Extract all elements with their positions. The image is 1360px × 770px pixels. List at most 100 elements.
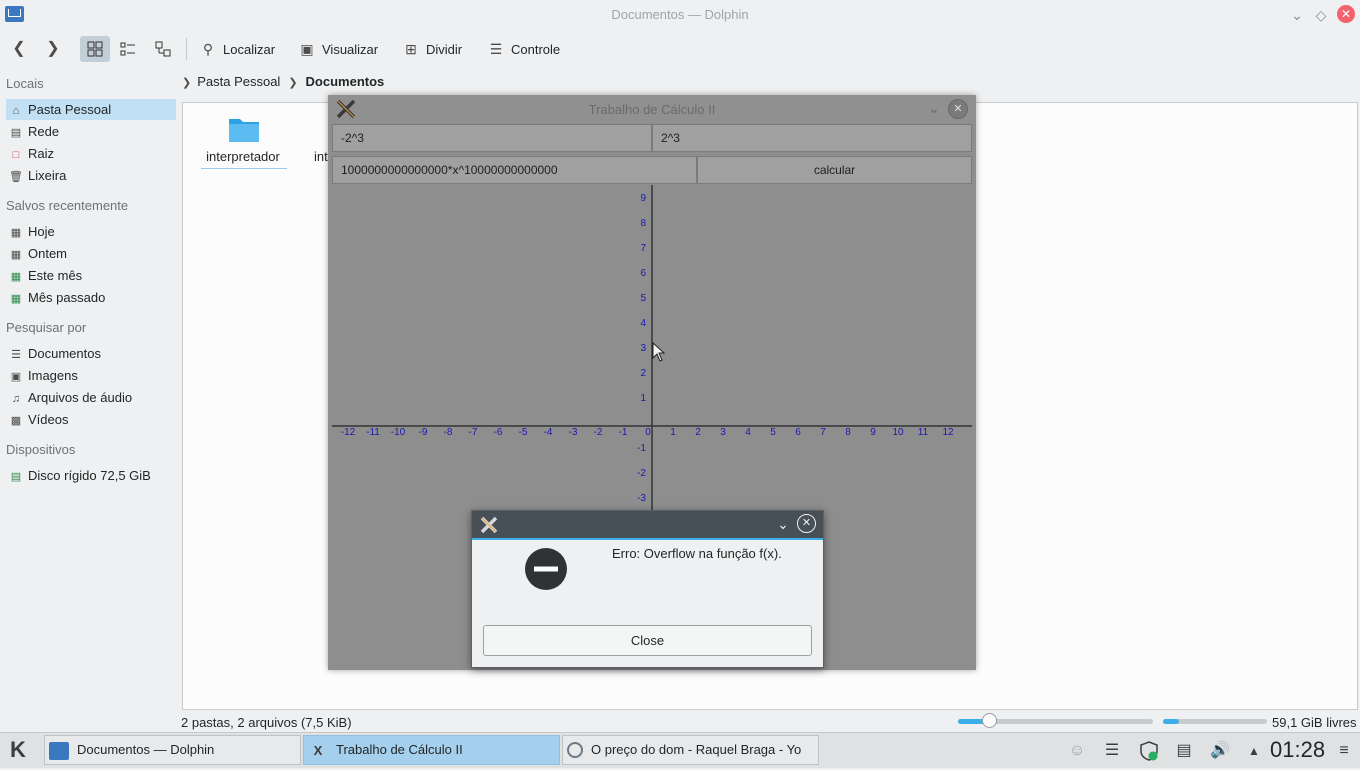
folder-name: interpretador xyxy=(206,149,280,164)
sidebar-item-documentos[interactable]: ☰ Documentos xyxy=(6,343,176,364)
folder-icon xyxy=(229,119,259,142)
x-tick-label: 2 xyxy=(695,427,701,438)
network-icon: ▤ xyxy=(10,127,22,139)
task-calculo[interactable]: X Trabalho de Cálculo II xyxy=(303,735,560,765)
dialog-focus-line xyxy=(472,538,823,540)
clock[interactable]: 01:28 xyxy=(1270,736,1325,764)
calendar-icon: ▦ xyxy=(10,249,22,261)
localizar-label: Localizar xyxy=(223,42,276,57)
visualizar-label: Visualizar xyxy=(322,42,379,57)
dividir-label: Dividir xyxy=(426,42,463,57)
maximize-button[interactable]: ◇ xyxy=(1312,6,1330,24)
x-tick-label: -9 xyxy=(419,427,428,438)
details-view-button[interactable] xyxy=(150,36,176,62)
sidebar-item-lixeira[interactable]: 🗑 Lixeira xyxy=(6,165,176,186)
toolbar-separator xyxy=(186,38,187,60)
section-locais-heading: Locais xyxy=(6,76,44,91)
x-tick-label: -2 xyxy=(594,427,603,438)
dolphin-app-icon xyxy=(49,741,69,760)
x-app-icon: X xyxy=(313,742,323,758)
kde-launcher-icon[interactable]: K xyxy=(5,737,31,763)
sidebar-item-rede[interactable]: ▤ Rede xyxy=(6,121,176,142)
sidebar-item-ontem[interactable]: ▦ Ontem xyxy=(6,243,176,264)
sidebar-item-videos[interactable]: ▩ Vídeos xyxy=(6,409,176,430)
lower-limit-input[interactable]: -2^3 xyxy=(332,124,652,152)
compact-view-button[interactable] xyxy=(115,36,141,62)
folder-item[interactable]: interpretador xyxy=(199,115,287,171)
shield-icon xyxy=(1140,741,1158,761)
localizar-button[interactable]: ⚲ Localizar xyxy=(199,36,275,62)
sidebar-item-raiz[interactable]: □ Raiz xyxy=(6,143,176,164)
calendar-icon: ▦ xyxy=(10,227,22,239)
section-dispositivos-heading: Dispositivos xyxy=(6,442,76,457)
sidebar-item-imagens[interactable]: ▣ Imagens xyxy=(6,365,176,386)
y-tick-label: 6 xyxy=(640,268,646,279)
sidebar-item-disco[interactable]: ▤ Disco rígido 72,5 GiB xyxy=(6,465,176,486)
task-browser[interactable]: O preço do dom - Raquel Braga - Yo xyxy=(562,735,819,765)
selection-underline xyxy=(201,168,287,169)
sidebar-item-label: Documentos xyxy=(28,346,101,361)
document-icon: ☰ xyxy=(11,349,21,361)
y-tick-label: -2 xyxy=(637,468,646,479)
minimize-button[interactable]: ⌄ xyxy=(1288,6,1306,24)
sidebar-item-label: Pasta Pessoal xyxy=(28,102,112,117)
status-bar: 2 pastas, 2 arquivos (7,5 KiB) 59,1 GiB … xyxy=(0,712,1360,732)
breadcrumb-home[interactable]: Pasta Pessoal xyxy=(197,74,280,89)
tray-expand-icon[interactable]: ▲ xyxy=(1242,739,1266,763)
zoom-slider-handle[interactable] xyxy=(982,713,998,728)
y-tick-label: -3 xyxy=(637,493,646,504)
x-tick-label: -10 xyxy=(391,427,406,438)
upper-limit-input[interactable]: 2^3 xyxy=(652,124,972,152)
close-button[interactable]: Close xyxy=(483,625,812,656)
zoom-slider[interactable] xyxy=(958,713,1153,728)
calc-close-button[interactable]: ✕ xyxy=(948,99,968,119)
back-button[interactable]: ❮ xyxy=(6,36,32,62)
calc-minimize-button[interactable]: ⌄ xyxy=(925,99,943,117)
disk-space-fill xyxy=(1163,719,1179,724)
forward-button[interactable]: ❯ xyxy=(40,36,66,62)
network-icon[interactable]: ▤ xyxy=(1172,739,1196,763)
clipboard-icon[interactable]: ☰ xyxy=(1100,739,1124,763)
dialog-close-button[interactable]: ✕ xyxy=(797,514,816,533)
sidebar-item-audio[interactable]: ♫ Arquivos de áudio xyxy=(6,387,176,408)
sidebar-item-pasta-pessoal[interactable]: ⌂ Pasta Pessoal xyxy=(6,99,176,120)
volume-icon[interactable]: 🔊 xyxy=(1208,739,1232,763)
calcular-button[interactable]: calcular xyxy=(697,156,972,184)
sidebar-item-hoje[interactable]: ▦ Hoje xyxy=(6,221,176,242)
calendar-icon: ▦ xyxy=(10,293,22,305)
close-window-button[interactable]: ✕ xyxy=(1337,5,1355,23)
panel-menu-icon[interactable]: ≡ xyxy=(1332,739,1356,763)
controle-button[interactable]: ☰ Controle xyxy=(487,36,560,62)
visualizar-button[interactable]: ▣ Visualizar xyxy=(298,36,378,62)
security-shield-icon[interactable] xyxy=(1137,739,1161,763)
x-tick-label: 5 xyxy=(770,427,776,438)
section-recentes-heading: Salvos recentemente xyxy=(6,198,129,213)
x-tick-label: -12 xyxy=(341,427,356,438)
task-dolphin[interactable]: Documentos — Dolphin xyxy=(44,735,301,765)
sidebar-item-label: Disco rígido 72,5 GiB xyxy=(28,468,151,483)
icons-view-button[interactable] xyxy=(80,36,110,62)
icons-view-icon xyxy=(87,41,103,57)
user-switch-icon[interactable]: ☺ xyxy=(1065,739,1089,763)
y-tick-label: -1 xyxy=(637,443,646,454)
dialog-titlebar: ⌄ ✕ xyxy=(472,511,823,538)
sidebar-item-label: Rede xyxy=(28,124,60,139)
dividir-button[interactable]: ⊞ Dividir xyxy=(402,36,462,62)
taskbar: K Documentos — Dolphin X Trabalho de Cálc… xyxy=(0,732,1360,768)
y-tick-label: 2 xyxy=(640,368,646,379)
chevron-right-icon: ❯ xyxy=(288,77,298,89)
x-tick-label: 10 xyxy=(892,427,904,438)
task-label: Trabalho de Cálculo II xyxy=(336,742,463,757)
x-tick-label: -4 xyxy=(544,427,553,438)
x-tick-label: 3 xyxy=(720,427,726,438)
mouse-cursor-icon xyxy=(652,342,666,362)
x-tick-label: -3 xyxy=(569,427,578,438)
sidebar-item-este-mes[interactable]: ▦ Este mês xyxy=(6,265,176,286)
browser-icon xyxy=(567,741,583,758)
disk-space-bar xyxy=(1163,719,1267,724)
breadcrumb-current[interactable]: Documentos xyxy=(306,74,385,89)
sidebar-item-mes-passado[interactable]: ▦ Mês passado xyxy=(6,287,176,308)
function-input[interactable]: 1000000000000000*x^10000000000000 xyxy=(332,156,697,184)
dialog-minimize-button[interactable]: ⌄ xyxy=(774,515,792,533)
task-label: O preço do dom - Raquel Braga - Yo xyxy=(591,742,802,757)
